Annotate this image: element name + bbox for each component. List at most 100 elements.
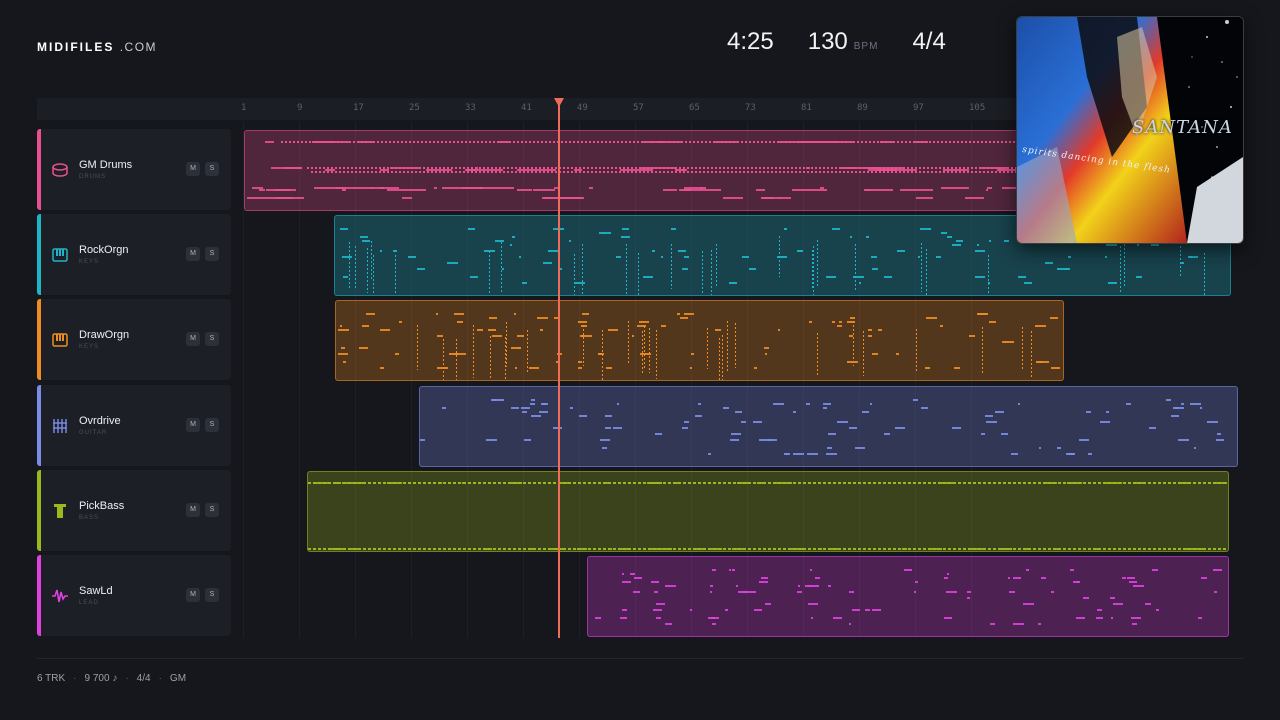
- midi-note: [1066, 453, 1074, 455]
- mute-button[interactable]: M: [186, 162, 200, 176]
- track-name: PickBass: [79, 500, 125, 512]
- midi-note: [598, 353, 604, 355]
- midi-note: [606, 367, 612, 369]
- midi-note: [340, 228, 348, 230]
- midi-note: [1106, 244, 1117, 246]
- midi-note: [833, 617, 842, 619]
- midi-note: [530, 403, 535, 405]
- midi-note: [436, 313, 438, 315]
- track-header-rockorgn[interactable]: RockOrgn KEYS M S: [37, 214, 231, 295]
- midi-note: [399, 321, 402, 323]
- track-color-stripe: [37, 555, 41, 636]
- note-stem: [642, 331, 643, 373]
- midi-clip[interactable]: [335, 300, 1064, 381]
- midi-note: [643, 276, 653, 278]
- track-header-pickbass[interactable]: PickBass BASS M S: [37, 470, 231, 551]
- midi-note: [420, 439, 425, 441]
- midi-note: [828, 433, 836, 435]
- midi-note: [852, 609, 860, 611]
- midi-note: [652, 250, 655, 252]
- midi-note: [1149, 427, 1156, 429]
- mute-button[interactable]: M: [186, 418, 200, 432]
- note-stem: [355, 246, 356, 290]
- midi-note: [1088, 453, 1092, 455]
- midi-note: [1079, 439, 1089, 441]
- note-stem: [349, 242, 350, 290]
- solo-button[interactable]: S: [205, 418, 219, 432]
- midi-note: [1035, 325, 1046, 327]
- track-header-gm-drums[interactable]: GM Drums DRUMS M S: [37, 129, 231, 210]
- midi-note: [805, 585, 811, 587]
- midi-note: [759, 581, 768, 583]
- track-type: DRUMS: [79, 174, 106, 180]
- note-stem: [707, 328, 708, 369]
- midi-note: [975, 250, 985, 252]
- midi-clip[interactable]: [587, 556, 1229, 637]
- midi-note: [1217, 433, 1221, 435]
- midi-note: [495, 240, 504, 242]
- midi-note: [778, 329, 780, 331]
- solo-button[interactable]: S: [205, 503, 219, 517]
- midi-note: [1013, 577, 1021, 579]
- solo-button[interactable]: S: [205, 588, 219, 602]
- note-stem: [716, 244, 717, 286]
- note-stem: [473, 325, 474, 378]
- midi-note: [359, 347, 368, 349]
- midi-note: [808, 603, 818, 605]
- mute-button[interactable]: M: [186, 332, 200, 346]
- midi-note: [1132, 623, 1137, 625]
- midi-note: [1189, 256, 1192, 258]
- midi-note: [651, 581, 659, 583]
- midi-note: [754, 609, 762, 611]
- note-stem: [602, 330, 603, 380]
- midi-clip[interactable]: [307, 471, 1229, 552]
- midi-note: [543, 262, 552, 264]
- midi-note: [712, 623, 716, 625]
- track-header-sawld[interactable]: SawLd LEAD M S: [37, 555, 231, 636]
- midi-format: GM: [169, 673, 187, 684]
- playhead[interactable]: [558, 100, 560, 638]
- midi-clip[interactable]: [244, 130, 1018, 211]
- solo-button[interactable]: S: [205, 247, 219, 261]
- track-header-draworgn[interactable]: DrawOrgn KEYS M S: [37, 299, 231, 380]
- midi-note: [811, 617, 813, 619]
- track-type: LEAD: [79, 600, 99, 606]
- ruler-tick: 65: [689, 103, 700, 113]
- midi-note: [690, 367, 692, 369]
- midi-note: [761, 577, 768, 579]
- midi-note: [1023, 603, 1034, 605]
- drum-icon: [51, 161, 69, 179]
- midi-note: [895, 427, 905, 429]
- midi-note: [620, 617, 627, 619]
- midi-note: [442, 187, 483, 189]
- note-stem: [626, 244, 627, 295]
- mute-button[interactable]: M: [186, 588, 200, 602]
- midi-note: [1057, 447, 1061, 449]
- note-stem: [722, 335, 723, 380]
- midi-clip[interactable]: [419, 386, 1238, 467]
- midi-note: [871, 256, 877, 258]
- midi-note: [742, 256, 749, 258]
- solo-button[interactable]: S: [205, 162, 219, 176]
- midi-note: [360, 236, 368, 238]
- midi-note: [654, 591, 658, 593]
- midi-note: [1108, 282, 1117, 284]
- midi-note-run: [308, 482, 1228, 484]
- piano-icon: [51, 246, 69, 264]
- midi-note: [417, 268, 425, 270]
- midi-note: [575, 282, 585, 284]
- mute-button[interactable]: M: [186, 503, 200, 517]
- solo-button[interactable]: S: [205, 332, 219, 346]
- midi-note: [708, 453, 711, 455]
- mute-button[interactable]: M: [186, 247, 200, 261]
- midi-note: [578, 367, 582, 369]
- midi-note: [849, 427, 857, 429]
- track-name: RockOrgn: [79, 244, 129, 256]
- midi-note: [480, 187, 514, 189]
- midi-note: [977, 244, 979, 246]
- midi-note: [656, 617, 661, 619]
- midi-note: [870, 403, 872, 405]
- track-header-ovrdrive[interactable]: Ovrdrive GUITAR M S: [37, 385, 231, 466]
- ruler-tick: 9: [297, 103, 303, 113]
- midi-note: [605, 427, 611, 429]
